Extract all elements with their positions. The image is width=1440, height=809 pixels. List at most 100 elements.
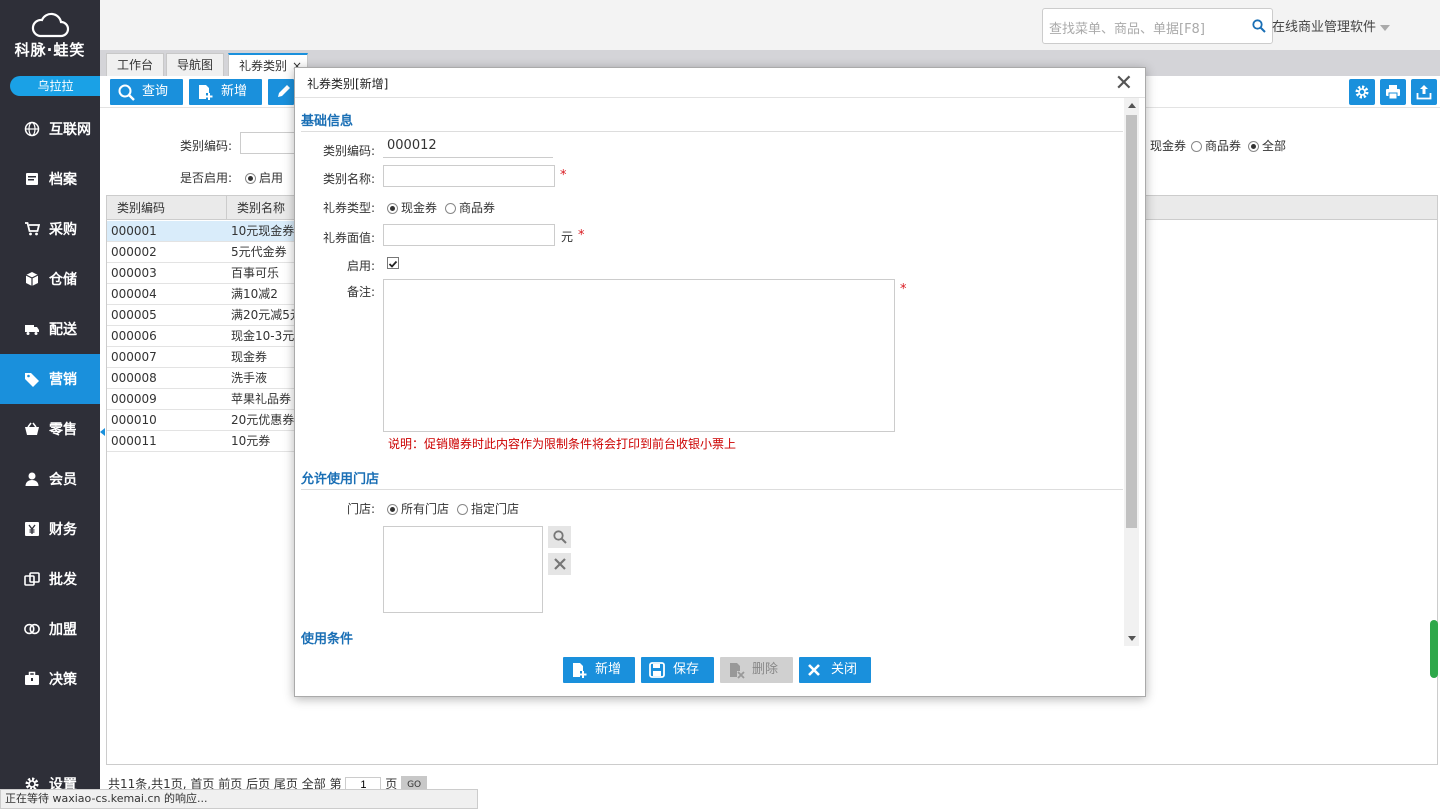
edit-button[interactable]	[268, 79, 294, 105]
table-row[interactable]: 000006 现金10-3元	[107, 326, 297, 347]
printer-icon	[1386, 85, 1400, 100]
cell-name: 百事可乐	[231, 266, 280, 280]
enabled-checkbox[interactable]	[387, 257, 399, 269]
rings-icon	[24, 621, 40, 637]
dialog-titlebar: 礼券类别[新增] ✕	[295, 68, 1145, 98]
table-row[interactable]: 000007 现金券	[107, 347, 297, 368]
store-clear-button[interactable]	[548, 553, 571, 575]
cell-name: 满10减2	[231, 287, 278, 301]
name-label: 类别名称:	[322, 172, 375, 186]
required-mark: *	[578, 228, 585, 243]
all-radio[interactable]: 全部	[1248, 137, 1286, 154]
archive-icon	[24, 171, 40, 187]
type-goods-radio[interactable]: 商品券	[445, 199, 495, 216]
table-row[interactable]: 000002 5元代金券	[107, 242, 297, 263]
radio-icon	[387, 203, 398, 214]
dialog-save-button[interactable]: 保存	[641, 657, 714, 683]
dialog-scrollbar[interactable]	[1124, 98, 1139, 646]
radio-icon	[387, 504, 398, 515]
upload-icon	[1416, 85, 1432, 100]
button-label: 新增	[595, 662, 622, 677]
cloud-icon	[31, 12, 70, 38]
store-all-radio[interactable]: 所有门店	[387, 500, 449, 517]
nav-purchase[interactable]: 采购	[0, 204, 100, 254]
nav-delivery[interactable]: 配送	[0, 304, 100, 354]
tab-workbench[interactable]: 工作台	[106, 53, 165, 76]
print-button[interactable]	[1380, 79, 1406, 105]
settings-button[interactable]	[1349, 79, 1375, 105]
type-cash-radio[interactable]: 现金券	[387, 199, 437, 216]
radio-label: 商品券	[1205, 139, 1242, 153]
store-label: 门店:	[346, 502, 375, 516]
radio-label: 启用	[259, 171, 284, 185]
code-label: 类别编码:	[322, 144, 375, 158]
search-icon	[552, 530, 567, 544]
save-icon	[649, 662, 665, 678]
close-icon[interactable]: ✕	[1115, 73, 1133, 95]
nav-decision[interactable]: 决策	[0, 654, 100, 704]
scroll-thumb[interactable]	[1126, 115, 1137, 528]
code-filter-label: 类别编码:	[180, 139, 233, 153]
right-scroll-handle[interactable]	[1430, 620, 1438, 678]
store-specific-radio[interactable]: 指定门店	[457, 500, 519, 517]
nav-marketing[interactable]: 营销	[0, 354, 100, 404]
nav-wholesale[interactable]: 批发	[0, 554, 100, 604]
user-name-badge[interactable]: 乌拉拉	[10, 76, 101, 96]
box-icon	[24, 271, 40, 287]
name-input[interactable]	[383, 165, 555, 187]
search-icon[interactable]	[1252, 19, 1266, 33]
code-filter-input[interactable]	[240, 132, 296, 154]
value-input[interactable]	[383, 224, 555, 246]
nav-archive[interactable]: 档案	[0, 154, 100, 204]
table-row[interactable]: 000004 满10减2	[107, 284, 297, 305]
col-header-code[interactable]: 类别编码	[107, 196, 227, 220]
nav-retail[interactable]: 零售	[0, 404, 100, 454]
pencil-icon	[278, 85, 290, 97]
scroll-up-icon[interactable]	[1128, 103, 1136, 108]
goods-radio[interactable]: 商品券	[1191, 137, 1241, 154]
cell-name: 满20元减5元	[231, 308, 297, 322]
radio-label: 指定门店	[471, 502, 520, 516]
radio-icon	[1191, 141, 1202, 152]
tab-nav-map[interactable]: 导航图	[166, 53, 225, 76]
table-row[interactable]: 000003 百事可乐	[107, 263, 297, 284]
table-row[interactable]: 000010 20元优惠券	[107, 410, 297, 431]
remark-textarea[interactable]	[383, 279, 895, 432]
button-label: 保存	[673, 662, 700, 677]
nav-label: 零售	[49, 422, 77, 438]
dialog-close-button[interactable]: 关闭	[799, 657, 871, 683]
table-row[interactable]: 000009 苹果礼品券	[107, 389, 297, 410]
nav-finance[interactable]: 财务	[0, 504, 100, 554]
cell-name: 苹果礼品券	[231, 392, 292, 406]
search-input[interactable]: 查找菜单、商品、单据[F8]	[1042, 8, 1273, 44]
table-row[interactable]: 000011 10元券	[107, 431, 297, 452]
query-label: 查询	[142, 84, 169, 99]
query-button[interactable]: 查询	[110, 79, 183, 105]
store-search-button[interactable]	[548, 526, 571, 548]
enabled-radio[interactable]: 启用	[245, 169, 283, 186]
add-label: 新增	[221, 84, 248, 99]
store-list-box[interactable]	[383, 526, 543, 613]
nav-label: 批发	[49, 572, 77, 588]
table-row[interactable]: 000001 10元现金券	[107, 221, 297, 242]
collapse-arrow-icon[interactable]	[100, 428, 105, 436]
nav-franchise[interactable]: 加盟	[0, 604, 100, 654]
add-button[interactable]: 新增	[189, 79, 262, 105]
table-row[interactable]: 000008 洗手液	[107, 368, 297, 389]
radio-label: 商品券	[459, 201, 496, 215]
dialog-add-button[interactable]: 新增	[563, 657, 635, 683]
nav-label: 决策	[49, 672, 77, 688]
export-button[interactable]	[1411, 79, 1437, 105]
check-icon	[388, 260, 398, 268]
nav-member[interactable]: 会员	[0, 454, 100, 504]
scroll-down-icon[interactable]	[1128, 636, 1136, 641]
dialog-delete-button[interactable]: 删除	[720, 657, 793, 683]
cash-radio[interactable]: 现金券	[1150, 137, 1186, 154]
nav-storage[interactable]: 仓储	[0, 254, 100, 304]
brand-dropdown[interactable]: 在线商业管理软件	[1272, 16, 1391, 35]
logo-text: 科脉·蛙笑	[14, 41, 86, 59]
remark-note: 说明：促销赠券时此内容作为限制条件将会打印到前台收银小票上	[388, 437, 737, 451]
cell-code: 000009	[111, 392, 157, 406]
nav-internet[interactable]: 互联网	[0, 104, 100, 154]
table-row[interactable]: 000005 满20元减5元	[107, 305, 297, 326]
